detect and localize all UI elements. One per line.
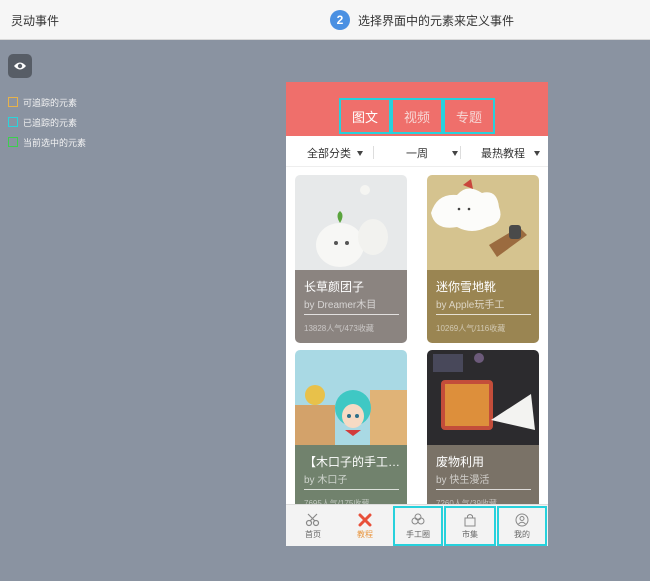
- filter-label: 最热教程: [481, 148, 525, 160]
- toggle-visibility-button[interactable]: [8, 54, 32, 78]
- scissors-icon: [305, 513, 320, 526]
- tabbar-market[interactable]: 市集: [444, 506, 496, 546]
- bottom-tab-bar: 首页 教程 手工圈 市集 我的: [286, 504, 548, 546]
- category-filter[interactable]: 全部分类: [307, 145, 363, 161]
- top-bar: 灵动事件 2 选择界面中的元素来定义事件: [0, 0, 650, 40]
- tab-topic[interactable]: 专题: [443, 98, 495, 134]
- legend-selected: 当前选中的元素: [8, 132, 86, 152]
- step-number-badge: 2: [330, 10, 350, 30]
- card-title: 废物利用: [436, 455, 485, 469]
- eye-icon: [14, 62, 26, 70]
- tutorial-card[interactable]: 迷你雪地靴 by Apple玩手工 10269人气/116收藏: [427, 175, 539, 343]
- card-title: 迷你雪地靴: [436, 280, 497, 294]
- step-indicator: 2 选择界面中的元素来定义事件: [330, 10, 514, 30]
- flower-icon: [411, 513, 425, 524]
- tabbar-tutorial[interactable]: 教程: [341, 505, 389, 546]
- card-title: 长草颜团子: [304, 280, 365, 294]
- tabbar-home[interactable]: 首页: [289, 505, 337, 546]
- tabbar-label: 我的: [514, 529, 530, 539]
- tabbar-mine[interactable]: 我的: [497, 506, 547, 546]
- sort-filter[interactable]: 最热教程: [481, 145, 540, 161]
- tutorial-card[interactable]: 长草颜团子 by Dreamer木目 13828人气/473收藏: [295, 175, 407, 343]
- dropdown-caret-icon: [534, 150, 540, 156]
- card-thumbnail: [295, 175, 407, 270]
- shopping-bag-icon: [464, 513, 476, 526]
- tabbar-craft-circle[interactable]: 手工圈: [393, 506, 443, 546]
- card-thumbnail: [295, 350, 407, 445]
- element-legend: 可追踪的元素 已追踪的元素 当前选中的元素: [8, 92, 86, 152]
- tutorial-card[interactable]: 【木口子的手工… by 木口子 7695人气/175收藏: [295, 350, 407, 518]
- legend-swatch: [8, 97, 18, 107]
- divider: [373, 146, 374, 159]
- filter-label: 一周: [406, 148, 428, 160]
- card-info: 长草颜团子 by Dreamer木目 13828人气/473收藏: [295, 270, 407, 343]
- card-author: by 快生漫活: [436, 471, 531, 490]
- tabbar-label: 市集: [462, 529, 478, 539]
- divider: [460, 146, 461, 159]
- legend-label: 可追踪的元素: [23, 97, 78, 108]
- card-author: by 木口子: [304, 471, 399, 490]
- phone-header: 图文 视频 专题: [286, 82, 548, 136]
- card-stats: 10269人气/116收藏: [436, 324, 506, 333]
- tab-graphic[interactable]: 图文: [339, 98, 391, 134]
- legend-label: 当前选中的元素: [23, 137, 87, 148]
- card-title: 【木口子的手工…: [304, 455, 401, 469]
- legend-tracked: 已追踪的元素: [8, 112, 86, 132]
- tabbar-label: 手工圈: [406, 529, 430, 539]
- legend-label: 已追踪的元素: [23, 117, 78, 128]
- tab-video[interactable]: 视频: [391, 98, 443, 134]
- tutorial-card[interactable]: 废物利用 by 快生漫活 7260人气/39收藏: [427, 350, 539, 518]
- card-thumbnail: [427, 175, 539, 270]
- card-author: by Dreamer木目: [304, 296, 399, 315]
- legend-swatch: [8, 137, 18, 147]
- card-stats: 13828人气/473收藏: [304, 324, 374, 333]
- app-title: 灵动事件: [11, 14, 60, 28]
- card-thumbnail: [427, 350, 539, 445]
- dropdown-caret-icon: [452, 150, 458, 156]
- card-info: 迷你雪地靴 by Apple玩手工 10269人气/116收藏: [427, 270, 539, 343]
- tabbar-label: 首页: [305, 529, 321, 539]
- filter-bar: 全部分类 一周 最热教程: [286, 137, 548, 167]
- legend-swatch: [8, 117, 18, 127]
- card-author: by Apple玩手工: [436, 296, 531, 315]
- step-instruction: 选择界面中的元素来定义事件: [358, 13, 515, 28]
- filter-label: 全部分类: [307, 148, 351, 160]
- dropdown-caret-icon: [357, 150, 363, 156]
- user-circle-icon: [515, 513, 529, 526]
- tabbar-label: 教程: [357, 529, 373, 539]
- phone-preview: 图文 视频 专题 全部分类 一周 最热教程 长草颜团子 by Dreamer木目…: [286, 82, 548, 546]
- period-filter[interactable]: 一周: [406, 145, 458, 161]
- legend-trackable: 可追踪的元素: [8, 92, 86, 112]
- close-x-icon: [358, 513, 372, 526]
